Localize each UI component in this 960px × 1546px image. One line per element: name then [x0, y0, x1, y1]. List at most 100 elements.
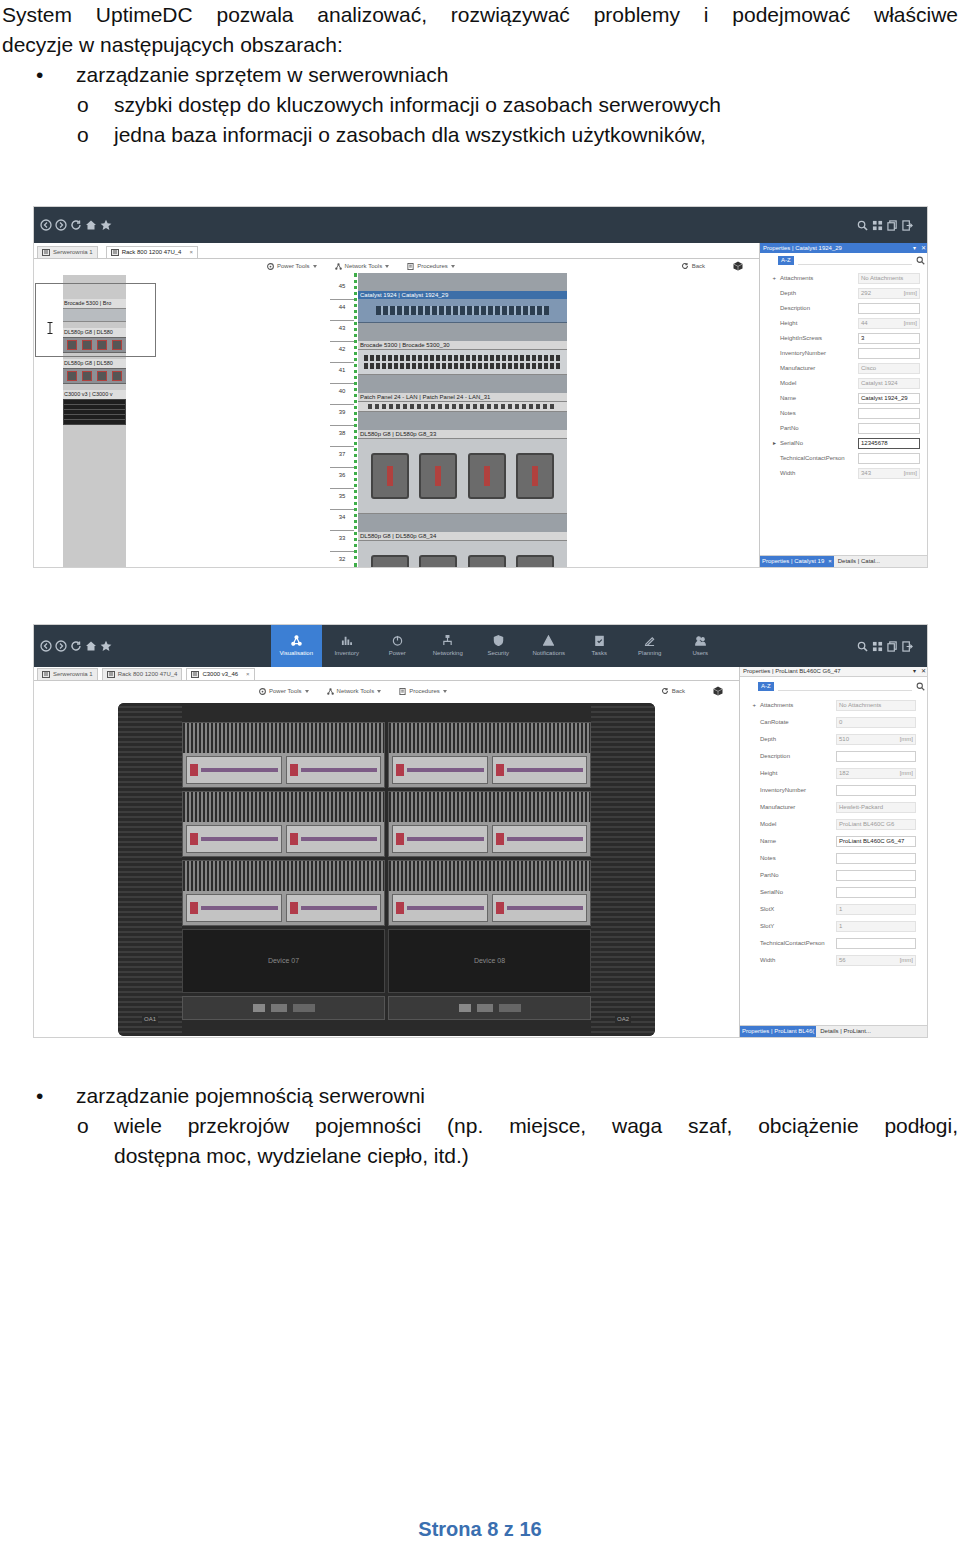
toolbar-item[interactable]: Power Tools: [267, 262, 317, 271]
property-row[interactable]: TechnicalContactPerson: [760, 451, 928, 466]
panel-close-button[interactable]: ✕: [921, 667, 926, 676]
property-row[interactable]: +AttachmentsNo Attachments: [760, 271, 928, 286]
tab[interactable]: Serwerownia 1: [37, 246, 98, 258]
tab[interactable]: Rack 800 1200 47U_4×: [106, 246, 198, 258]
nav-item[interactable]: Inventory: [322, 625, 373, 667]
viewport-frame[interactable]: [35, 283, 156, 357]
property-row[interactable]: HeightInScrews3: [760, 331, 928, 346]
property-row[interactable]: NameProLiant BL460C G6_47: [740, 833, 928, 850]
property-row[interactable]: CanRotate0: [740, 714, 928, 731]
sort-az-button[interactable]: A-Z: [778, 256, 794, 265]
tab[interactable]: Serwerownia 1: [37, 668, 98, 680]
property-row[interactable]: Height182[mm]: [740, 765, 928, 782]
nav-item[interactable]: Visualisation: [271, 625, 322, 667]
nav-item[interactable]: Networking: [423, 625, 474, 667]
search-field[interactable]: [798, 256, 912, 265]
nav-item[interactable]: Security: [473, 625, 524, 667]
panel-close-button[interactable]: ✕: [921, 244, 926, 253]
property-row[interactable]: TechnicalContactPerson: [740, 935, 928, 952]
property-row[interactable]: SlotY1: [740, 918, 928, 935]
property-row[interactable]: ManufacturerHewlett-Packard: [740, 799, 928, 816]
back-button[interactable]: Back: [661, 687, 685, 696]
blade-server[interactable]: [182, 722, 385, 788]
property-row[interactable]: ModelCatalyst 1924: [760, 376, 928, 391]
nav-item[interactable]: Planning: [625, 625, 676, 667]
property-value-field[interactable]: [836, 751, 916, 762]
toolbar-item[interactable]: Network Tools: [335, 262, 390, 271]
panel-tab[interactable]: Properties | Catalyst 19×: [760, 556, 834, 567]
tab-close-button[interactable]: ×: [189, 248, 193, 257]
property-row[interactable]: InventoryNumber: [760, 346, 928, 361]
property-value-field[interactable]: [836, 870, 916, 881]
property-row[interactable]: Depth292[mm]: [760, 286, 928, 301]
nav-item[interactable]: Power: [372, 625, 423, 667]
sort-az-button[interactable]: A-Z: [758, 682, 774, 691]
blade-server[interactable]: [182, 860, 385, 926]
property-value-field[interactable]: 12345678: [858, 438, 920, 449]
rack-device[interactable]: DL580p G8 | DL580p G8_33: [358, 430, 567, 514]
toolbar-item[interactable]: Procedures: [399, 687, 447, 696]
property-value-field[interactable]: Catalyst 1924_29: [858, 393, 920, 404]
back-button[interactable]: Back: [681, 262, 705, 271]
property-row[interactable]: SlotX1: [740, 901, 928, 918]
overview-device[interactable]: DL580p G8 | DL580: [63, 359, 126, 384]
panel-tab[interactable]: Properties | ProLiant BL46(: [740, 1026, 816, 1037]
blade-server[interactable]: [388, 791, 591, 857]
overview-device[interactable]: C3000 v3 | C3000 v: [63, 390, 126, 425]
panel-menu-button[interactable]: ▾: [913, 244, 916, 253]
rack-device[interactable]: Brocade 5300 | Brocade 5300_30: [358, 341, 567, 375]
property-value-field[interactable]: [836, 785, 916, 796]
panel-menu-button[interactable]: ▾: [913, 667, 916, 676]
blade-server[interactable]: [388, 860, 591, 926]
property-row[interactable]: Notes: [760, 406, 928, 421]
property-row[interactable]: SerialNo: [740, 884, 928, 901]
empty-bay[interactable]: Device 08: [388, 929, 591, 993]
property-row[interactable]: PartNo: [760, 421, 928, 436]
property-value-field[interactable]: [858, 303, 920, 314]
rack-device[interactable]: Catalyst 1924 | Catalyst 1924_29: [358, 291, 567, 323]
overview-device[interactable]: DL580p G8 | DL580: [63, 328, 126, 353]
property-row[interactable]: +AttachmentsNo Attachments: [740, 697, 928, 714]
toolbar-item[interactable]: Procedures: [407, 262, 455, 271]
tab[interactable]: Rack 800 1200 47U_4: [102, 668, 183, 680]
tab[interactable]: C3000 v3_46×: [186, 668, 254, 680]
nav-item[interactable]: Users: [675, 625, 726, 667]
rack-device[interactable]: DL580p G8 | DL580p G8_34: [358, 532, 567, 567]
blade-server[interactable]: [388, 722, 591, 788]
tab-close-button[interactable]: ×: [246, 670, 250, 679]
panel-tab-close-button[interactable]: ×: [828, 557, 832, 566]
toolbar-item[interactable]: Network Tools: [327, 687, 382, 696]
property-row[interactable]: Notes: [740, 850, 928, 867]
property-row[interactable]: ManufacturerCisco: [760, 361, 928, 376]
property-value-field[interactable]: ProLiant BL460C G6_47: [836, 836, 916, 847]
property-value-field[interactable]: [836, 887, 916, 898]
property-row[interactable]: ModelProLiant BL460C G6: [740, 816, 928, 833]
property-value-field[interactable]: [858, 423, 920, 434]
property-row[interactable]: Width56[mm]: [740, 952, 928, 969]
overview-device[interactable]: Brocade 5300 | Bro: [63, 299, 126, 322]
blade-server[interactable]: [182, 791, 385, 857]
property-value-field[interactable]: [858, 348, 920, 359]
panel-tab[interactable]: Details | ProLiant...: [818, 1026, 873, 1037]
property-row[interactable]: ▸SerialNo12345678: [760, 436, 928, 451]
nav-item[interactable]: Tasks: [574, 625, 625, 667]
panel-tab[interactable]: Details | Catal...: [836, 556, 882, 567]
property-row[interactable]: InventoryNumber: [740, 782, 928, 799]
property-row[interactable]: Description: [740, 748, 928, 765]
nav-item[interactable]: Notifications: [524, 625, 575, 667]
property-value-field[interactable]: [836, 938, 916, 949]
property-value-field[interactable]: [858, 408, 920, 419]
rack-device[interactable]: Patch Panel 24 - LAN | Patch Panel 24 - …: [358, 393, 567, 412]
property-value-field[interactable]: 3: [858, 333, 920, 344]
property-row[interactable]: Description: [760, 301, 928, 316]
property-row[interactable]: Width343[mm]: [760, 466, 928, 481]
property-row[interactable]: NameCatalyst 1924_29: [760, 391, 928, 406]
search-field[interactable]: [778, 682, 912, 691]
property-value-field[interactable]: [858, 453, 920, 464]
property-row[interactable]: PartNo: [740, 867, 928, 884]
toolbar-item[interactable]: Power Tools: [259, 687, 309, 696]
property-value-field[interactable]: [836, 853, 916, 864]
property-row[interactable]: Height44[mm]: [760, 316, 928, 331]
empty-bay[interactable]: Device 07: [182, 929, 385, 993]
property-row[interactable]: Depth510[mm]: [740, 731, 928, 748]
